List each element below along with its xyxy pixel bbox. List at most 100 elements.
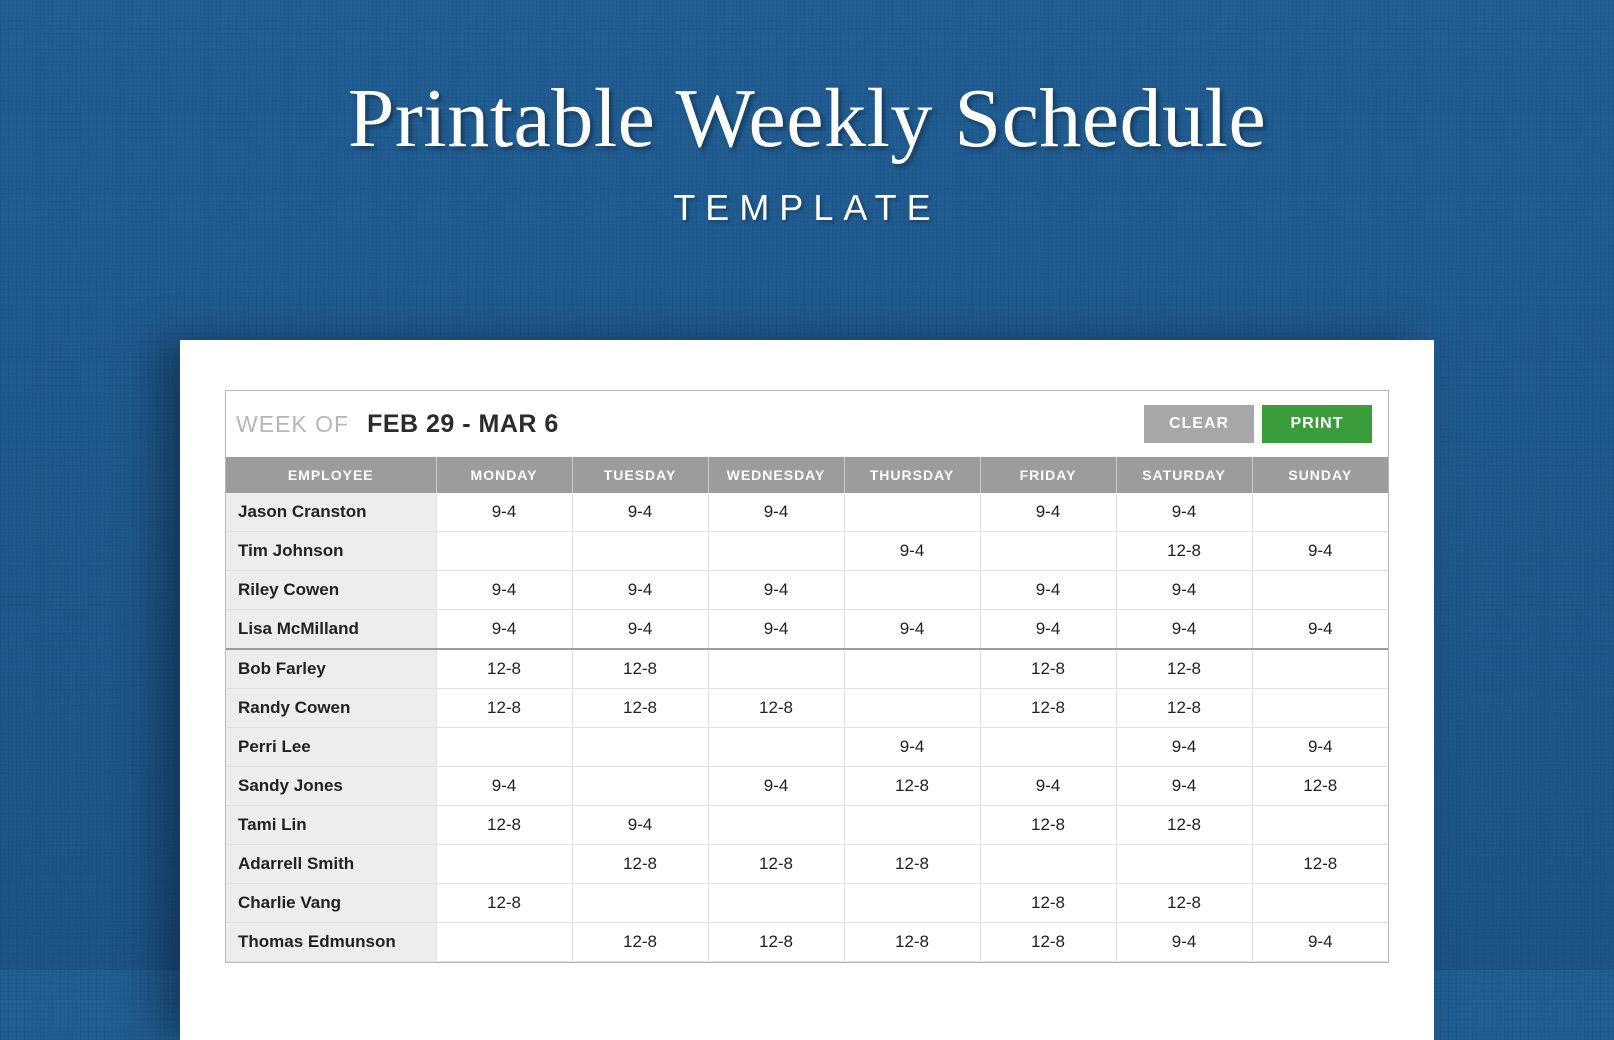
cell-shift[interactable] (980, 845, 1116, 884)
cell-shift[interactable]: 9-4 (572, 610, 708, 650)
cell-shift[interactable]: 9-4 (1252, 728, 1388, 767)
cell-shift[interactable]: 9-4 (844, 610, 980, 650)
cell-shift[interactable]: 12-8 (572, 923, 708, 962)
cell-shift[interactable] (980, 728, 1116, 767)
cell-shift[interactable] (844, 689, 980, 728)
cell-shift[interactable] (436, 728, 572, 767)
cell-shift[interactable]: 9-4 (708, 610, 844, 650)
cell-shift[interactable] (708, 649, 844, 689)
cell-employee: Bob Farley (226, 649, 436, 689)
cell-shift[interactable] (844, 884, 980, 923)
cell-shift[interactable]: 12-8 (572, 649, 708, 689)
cell-shift[interactable]: 9-4 (1116, 493, 1252, 532)
cell-shift[interactable] (708, 728, 844, 767)
cell-shift[interactable]: 12-8 (1252, 845, 1388, 884)
cell-shift[interactable] (1252, 689, 1388, 728)
cell-shift[interactable]: 12-8 (844, 923, 980, 962)
cell-shift[interactable]: 12-8 (980, 806, 1116, 845)
cell-employee: Lisa McMilland (226, 610, 436, 650)
cell-shift[interactable]: 12-8 (436, 806, 572, 845)
cell-shift[interactable]: 9-4 (436, 493, 572, 532)
cell-shift[interactable] (844, 649, 980, 689)
cell-shift[interactable] (572, 728, 708, 767)
cell-shift[interactable]: 9-4 (980, 610, 1116, 650)
cell-shift[interactable]: 12-8 (844, 767, 980, 806)
cell-employee: Charlie Vang (226, 884, 436, 923)
cell-shift[interactable]: 9-4 (572, 493, 708, 532)
cell-employee: Adarrell Smith (226, 845, 436, 884)
cell-shift[interactable] (1252, 806, 1388, 845)
cell-shift[interactable] (1116, 845, 1252, 884)
cell-shift[interactable]: 9-4 (708, 571, 844, 610)
cell-shift[interactable] (708, 532, 844, 571)
cell-shift[interactable]: 12-8 (708, 689, 844, 728)
cell-shift[interactable]: 12-8 (844, 845, 980, 884)
cell-shift[interactable]: 9-4 (1116, 610, 1252, 650)
cell-shift[interactable]: 12-8 (1116, 689, 1252, 728)
cell-shift[interactable]: 9-4 (1252, 610, 1388, 650)
cell-shift[interactable] (572, 767, 708, 806)
cell-employee: Jason Cranston (226, 493, 436, 532)
col-employee: EMPLOYEE (226, 457, 436, 493)
cell-shift[interactable] (572, 884, 708, 923)
cell-shift[interactable] (1252, 649, 1388, 689)
cell-shift[interactable]: 12-8 (1116, 649, 1252, 689)
cell-shift[interactable]: 9-4 (572, 571, 708, 610)
col-friday: FRIDAY (980, 457, 1116, 493)
cell-shift[interactable]: 9-4 (980, 493, 1116, 532)
cell-shift[interactable] (844, 806, 980, 845)
cell-shift[interactable]: 9-4 (436, 610, 572, 650)
col-sunday: SUNDAY (1252, 457, 1388, 493)
cell-shift[interactable] (980, 532, 1116, 571)
cell-shift[interactable]: 12-8 (436, 689, 572, 728)
cell-shift[interactable]: 9-4 (572, 806, 708, 845)
table-row: Tim Johnson9-412-89-4 (226, 532, 1388, 571)
cell-shift[interactable]: 12-8 (708, 923, 844, 962)
table-row: Randy Cowen12-812-812-812-812-8 (226, 689, 1388, 728)
cell-shift[interactable]: 12-8 (980, 884, 1116, 923)
cell-shift[interactable]: 12-8 (980, 923, 1116, 962)
cell-shift[interactable]: 12-8 (708, 845, 844, 884)
cell-shift[interactable] (1252, 493, 1388, 532)
cell-shift[interactable]: 9-4 (844, 728, 980, 767)
print-button[interactable]: PRINT (1262, 405, 1372, 443)
cell-shift[interactable] (436, 923, 572, 962)
cell-shift[interactable] (1252, 884, 1388, 923)
cell-shift[interactable] (708, 806, 844, 845)
cell-shift[interactable] (436, 845, 572, 884)
cell-shift[interactable]: 12-8 (436, 884, 572, 923)
cell-shift[interactable]: 12-8 (572, 845, 708, 884)
cell-employee: Tim Johnson (226, 532, 436, 571)
cell-shift[interactable] (1252, 571, 1388, 610)
cell-shift[interactable]: 9-4 (1116, 728, 1252, 767)
cell-shift[interactable]: 9-4 (844, 532, 980, 571)
cell-shift[interactable] (436, 532, 572, 571)
cell-shift[interactable]: 12-8 (436, 649, 572, 689)
cell-shift[interactable]: 9-4 (436, 767, 572, 806)
cell-shift[interactable] (844, 571, 980, 610)
cell-shift[interactable]: 9-4 (1116, 923, 1252, 962)
cell-shift[interactable] (708, 884, 844, 923)
cell-shift[interactable]: 9-4 (708, 767, 844, 806)
cell-shift[interactable]: 9-4 (980, 767, 1116, 806)
cell-shift[interactable]: 12-8 (1116, 806, 1252, 845)
hero-subtitle: TEMPLATE (0, 187, 1614, 229)
cell-shift[interactable]: 9-4 (1252, 923, 1388, 962)
clear-button[interactable]: CLEAR (1144, 405, 1254, 443)
cell-shift[interactable] (844, 493, 980, 532)
table-row: Lisa McMilland9-49-49-49-49-49-49-4 (226, 610, 1388, 650)
cell-shift[interactable]: 12-8 (572, 689, 708, 728)
cell-shift[interactable]: 12-8 (980, 649, 1116, 689)
cell-shift[interactable]: 12-8 (1252, 767, 1388, 806)
cell-shift[interactable]: 12-8 (1116, 532, 1252, 571)
cell-shift[interactable] (572, 532, 708, 571)
cell-shift[interactable]: 9-4 (1116, 571, 1252, 610)
cell-shift[interactable]: 12-8 (1116, 884, 1252, 923)
cell-shift[interactable]: 9-4 (708, 493, 844, 532)
cell-shift[interactable]: 9-4 (436, 571, 572, 610)
cell-shift[interactable]: 9-4 (1252, 532, 1388, 571)
cell-shift[interactable]: 9-4 (980, 571, 1116, 610)
cell-shift[interactable]: 9-4 (1116, 767, 1252, 806)
cell-shift[interactable]: 12-8 (980, 689, 1116, 728)
sheet-frame: WEEK OF FEB 29 - MAR 6 CLEAR PRINT EMPLO… (225, 390, 1389, 963)
